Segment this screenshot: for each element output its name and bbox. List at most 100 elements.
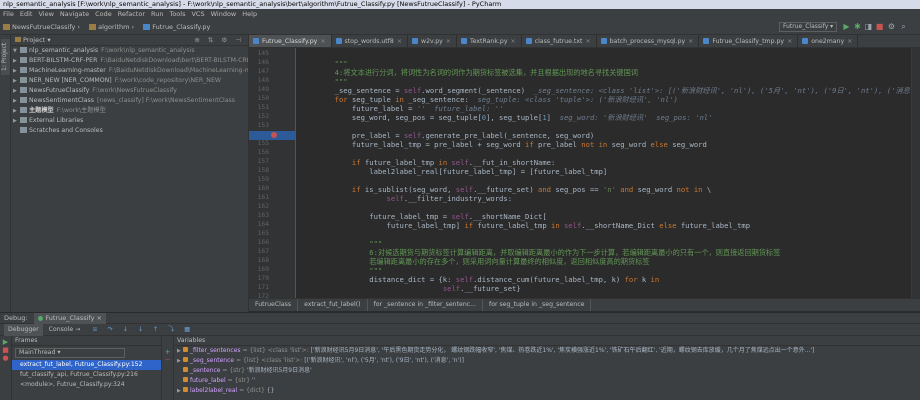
view-breakpoints-icon[interactable]: ● xyxy=(0,354,11,362)
project-tree-item[interactable]: ▶ 主题模型 F:\work\主题模型 xyxy=(11,106,248,116)
remove-watch-icon[interactable]: − xyxy=(162,356,173,364)
coverage-icon[interactable]: ◨ xyxy=(864,22,873,32)
editor-tab[interactable]: one2many × xyxy=(798,35,859,47)
project-tree-item[interactable]: Scratches and Consoles xyxy=(11,126,248,136)
editor-tab[interactable]: stop_words.utf8 × xyxy=(332,35,409,47)
project-tree-item[interactable]: ▼ nlp_semantic_analysis F:\work\nlp_semant… xyxy=(11,46,248,56)
editor-breadcrumb-item[interactable]: FutrueClass xyxy=(249,299,299,311)
code-line: for seg_tuple in _seg_sentence: seg_tupl… xyxy=(300,95,678,104)
variables-header: Variables xyxy=(174,336,920,346)
run-config-select[interactable]: Futrue_Classify ▾ xyxy=(779,22,837,32)
stack-frame-item[interactable]: fut_classify_api, Futrue_Classify.py:216 xyxy=(12,370,161,380)
editor-tab-label: TextRank.py xyxy=(469,38,508,45)
project-tree-item[interactable]: ▶ External Libraries xyxy=(11,116,248,126)
close-tab-icon[interactable]: × xyxy=(585,38,590,45)
project-tree-item[interactable]: ▶ NewsSentimentClass [news_classify] F:\wo… xyxy=(11,96,248,106)
menu-item-navigate[interactable]: Navigate xyxy=(57,10,92,18)
add-watch-icon[interactable]: + xyxy=(162,348,173,356)
project-tree-item[interactable]: ▶ MachineLearning-master F:\BaiduNetdiskDo… xyxy=(11,66,248,76)
project-tree-item[interactable]: ▶ BERT-BILSTM-CRF-PER F:\BaiduNetdiskDownl… xyxy=(11,56,248,66)
editor-breadcrumb-item[interactable]: for seg_tuple in _seg_sentence xyxy=(483,299,592,311)
close-tab-icon[interactable]: × xyxy=(511,38,516,45)
resume-icon[interactable]: ▶ xyxy=(0,338,11,346)
project-tree-item-path: [news_classify] F:\work\NewsSentimentCla… xyxy=(96,97,235,104)
close-tab-icon[interactable]: × xyxy=(787,38,792,45)
menu-item-file[interactable]: File xyxy=(0,10,17,18)
menu-item-edit[interactable]: Edit xyxy=(17,10,36,18)
run-icon[interactable]: ▶ xyxy=(842,22,851,32)
variable-row[interactable]: _sentence = {str} '新浪财经讯5月9日消息' xyxy=(174,366,920,376)
nav-crumb-folder[interactable]: algorithm › xyxy=(86,20,138,34)
collapse-arrow-icon[interactable]: ▶ xyxy=(13,66,20,76)
variable-type: {str} xyxy=(234,377,251,384)
editor-gutter[interactable]: 1451461471481491501511521531541551561571… xyxy=(249,48,296,300)
editor-tab[interactable]: TextRank.py × xyxy=(457,35,522,47)
variable-row[interactable]: future_label = {str} '' xyxy=(174,376,920,386)
project-panel-title[interactable]: Project xyxy=(23,36,45,44)
editor-tab[interactable]: class_futrue.txt × xyxy=(522,35,597,47)
close-tab-icon[interactable]: × xyxy=(688,38,693,45)
console-tab[interactable]: Console → xyxy=(45,324,85,336)
breakpoint-icon[interactable] xyxy=(271,132,277,138)
folder-icon xyxy=(20,47,27,53)
menu-item-run[interactable]: Run xyxy=(148,10,166,18)
code-editor[interactable]: """ 4:将文本进行分词，将词性为名词的词作为期货标签被选集，并且根据出现的地… xyxy=(296,48,911,298)
menu-item-help[interactable]: Help xyxy=(239,10,260,18)
frames-header: Frames xyxy=(12,336,161,346)
collapse-arrow-icon[interactable]: ▶ xyxy=(13,116,20,126)
code-token: ], seg_tuple[ xyxy=(486,113,543,122)
nav-crumb-file[interactable]: Futrue_Classify.py xyxy=(140,20,214,34)
editor-scroll-stripe[interactable] xyxy=(911,48,920,298)
debug-run-tab[interactable]: ● Futrue_Classify × xyxy=(33,313,106,324)
close-tab-icon[interactable]: × xyxy=(446,38,451,45)
menu-item-code[interactable]: Code xyxy=(92,10,115,18)
menu-item-window[interactable]: Window xyxy=(208,10,240,18)
editor-tab-bar: Futrue_Classify.py × stop_words.utf8 × w2v.p… xyxy=(249,35,920,48)
code-token: future_label_tmp xyxy=(364,158,439,167)
editor-tab[interactable]: Futrue_Classify.py × xyxy=(249,35,332,47)
menu-item-vcs[interactable]: VCS xyxy=(188,10,207,18)
project-tree-item-name: nlp_semantic_analysis xyxy=(29,47,99,54)
collapse-arrow-icon[interactable]: ▶ xyxy=(13,96,20,106)
variable-row[interactable]: ▶ label2label_real = {dict} {} xyxy=(174,386,920,396)
nav-crumb-project[interactable]: NewsFutrueClassify › xyxy=(0,20,84,34)
project-tree-item[interactable]: ▶ NewsFutrueClassify F:\work\NewsFutrueCla… xyxy=(11,86,248,96)
variable-row[interactable]: ▶ _filter_sentences = {list} <class 'list… xyxy=(174,346,920,356)
close-tab-icon[interactable]: × xyxy=(847,38,852,45)
step-controls[interactable]: ≡ ↷ ↓ ↓ ↑ ⤵ ▦ xyxy=(92,326,194,333)
project-tool-tab[interactable]: 1: Project xyxy=(1,39,10,75)
search-everywhere-icon[interactable]: ⌕ xyxy=(899,22,908,32)
editor-tab[interactable]: w2v.py × xyxy=(408,35,457,47)
collapse-arrow-icon[interactable]: ▶ xyxy=(13,86,20,96)
project-panel-controls[interactable]: ⊕ ⇅ ⚙ ⊣ xyxy=(194,35,244,46)
thread-select[interactable]: MainThread ▾ xyxy=(15,348,125,358)
menu-item-tools[interactable]: Tools xyxy=(166,10,188,18)
collapse-arrow-icon[interactable]: ▶ xyxy=(13,76,20,86)
code-token: future_label = xyxy=(300,104,417,113)
stack-frame-item[interactable]: extract_fut_label, Futrue_Classify.py:15… xyxy=(12,360,161,370)
stack-frame-item[interactable]: <module>, Futrue_Classify.py:324 xyxy=(12,380,161,390)
editor-tab[interactable]: batch_process_mysql.py × xyxy=(597,35,700,47)
collapse-arrow-icon[interactable]: ▶ xyxy=(13,106,20,116)
debug-side-controls[interactable]: ▶ ■ ● xyxy=(0,336,12,400)
collapse-arrow-icon[interactable]: ▶ xyxy=(13,56,20,66)
variable-name: _sentence xyxy=(190,367,221,374)
editor-tab[interactable]: Futrue_Classify_tmp.py × xyxy=(699,35,799,47)
debug-icon[interactable]: ✱ xyxy=(853,22,862,32)
close-tab-icon[interactable]: × xyxy=(320,38,325,45)
menu-item-view[interactable]: View xyxy=(35,10,56,18)
editor-breadcrumb-item[interactable]: for _sentence in _filter_sentenc... xyxy=(368,299,484,311)
editor-breadcrumb-item[interactable]: extract_fut_label() xyxy=(298,299,368,311)
variables-side-controls[interactable]: + − xyxy=(162,336,174,400)
project-tree-item[interactable]: ▶ NER_NEW [NER_COMMON] F:\work\code_reposi… xyxy=(11,76,248,86)
debugger-tab[interactable]: Debugger xyxy=(4,324,43,336)
stop-icon[interactable]: ■ xyxy=(875,22,884,32)
code-line: """ xyxy=(300,266,382,275)
close-tab-icon[interactable]: × xyxy=(397,38,402,45)
expand-arrow-icon[interactable]: ▼ xyxy=(13,46,20,56)
menu-item-refactor[interactable]: Refactor xyxy=(115,10,148,18)
settings-icon[interactable]: ⚙ xyxy=(887,22,896,32)
code-token: _seg_sentence: <class 'list'>: [('新浪财经讯'… xyxy=(533,86,910,95)
variable-row[interactable]: ▶ _seg_sentence = {list} <class 'list'>: … xyxy=(174,356,920,366)
stop-debug-icon[interactable]: ■ xyxy=(0,346,11,354)
